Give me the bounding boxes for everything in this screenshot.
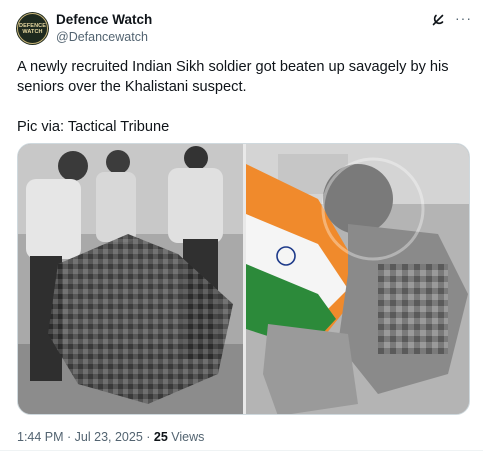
- avatar[interactable]: DEFENCE WATCH: [16, 12, 49, 45]
- grok-icon[interactable]: [430, 12, 446, 28]
- meta-separator-1: ·: [63, 430, 75, 444]
- tweet[interactable]: DEFENCE WATCH Defence Watch @Defancewatc…: [0, 0, 483, 451]
- views-count: 25: [153, 430, 168, 444]
- more-icon[interactable]: ···: [455, 10, 472, 26]
- views-label: Views: [167, 430, 205, 444]
- tweet-text-line1: A newly recruited Indian Sikh soldier go…: [17, 59, 449, 95]
- avatar-logo-text-2: WATCH: [22, 28, 43, 35]
- tweet-date[interactable]: Jul 23, 2025: [75, 430, 143, 444]
- author-handle[interactable]: @Defancewatch: [56, 30, 148, 44]
- meta-separator-2: ·: [142, 430, 154, 444]
- author-name[interactable]: Defence Watch: [56, 12, 152, 27]
- tweet-text-line2: Pic via: Tactical Tribune: [17, 119, 170, 135]
- tweet-time[interactable]: 1:44 PM: [17, 430, 64, 444]
- tweet-text: A newly recruited Indian Sikh soldier go…: [17, 57, 467, 137]
- tweet-meta: 1:44 PM · Jul 23, 2025 · 25 Views: [17, 430, 204, 444]
- media-photo-collage: [18, 144, 469, 414]
- media-image[interactable]: [17, 143, 470, 415]
- logo-emblem: DEFENCE WATCH: [17, 13, 48, 44]
